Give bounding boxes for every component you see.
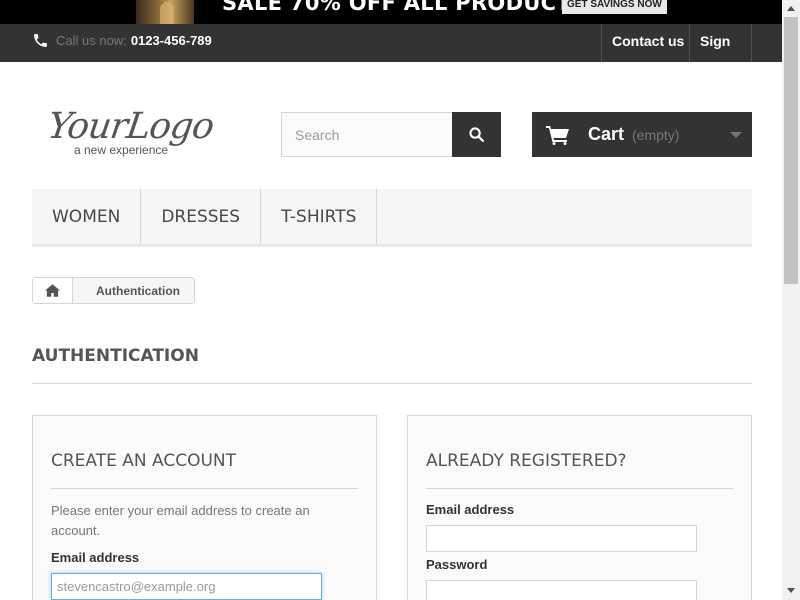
divider — [32, 383, 752, 384]
divider — [51, 488, 358, 489]
page-title: AUTHENTICATION — [32, 346, 199, 366]
vertical-scrollbar[interactable] — [782, 0, 800, 600]
search-input[interactable] — [281, 112, 452, 157]
menu-item-tshirts[interactable]: T-SHIRTS — [261, 189, 378, 244]
banner-text: SALE 70% OFF ALL PRODUCTS — [222, 0, 587, 15]
cart-label: Cart — [588, 124, 625, 144]
divider — [426, 488, 733, 489]
create-account-intro: Please enter your email address to creat… — [51, 503, 310, 538]
breadcrumb-home-link[interactable] — [33, 278, 73, 303]
phone-prefix: Call us now: — [56, 33, 127, 48]
create-email-label: Email address — [51, 550, 140, 565]
create-account-panel: CREATE AN ACCOUNT Please enter your emai… — [32, 415, 377, 600]
scroll-down-arrow-icon[interactable] — [787, 588, 795, 593]
main-menu: WOMEN DRESSES T-SHIRTS — [32, 189, 752, 247]
page: SALE 70% OFF ALL PRODUCTS GET SAVINGS NO… — [0, 0, 800, 600]
create-account-heading: CREATE AN ACCOUNT — [51, 451, 237, 471]
login-panel: ALREADY REGISTERED? Email address Passwo… — [407, 415, 752, 600]
create-email-field[interactable] — [51, 573, 322, 600]
cart-icon — [546, 125, 569, 145]
search-icon — [469, 127, 485, 143]
phone-info: Call us now: 0123-456-789 — [32, 32, 212, 49]
logo-text: YourLogo — [45, 106, 216, 147]
cart-button[interactable]: Cart (empty) — [532, 112, 752, 157]
scrollbar-thumb[interactable] — [784, 17, 798, 284]
phone-icon — [34, 34, 47, 47]
breadcrumb: Authentication — [32, 277, 195, 304]
chevron-down-icon — [730, 132, 742, 138]
login-password-field[interactable] — [426, 580, 697, 600]
menu-item-women[interactable]: WOMEN — [32, 189, 142, 244]
login-password-label: Password — [426, 557, 488, 572]
phone-number: 0123-456-789 — [130, 33, 212, 48]
menu-item-dresses[interactable]: DRESSES — [141, 189, 262, 244]
logo-tagline: a new experience — [74, 143, 169, 157]
contact-us-link[interactable]: Contact us — [601, 24, 694, 62]
breadcrumb-current: Authentication — [96, 283, 180, 298]
site-logo[interactable]: YourLogo a new experience — [45, 106, 228, 162]
scroll-up-arrow-icon[interactable] — [787, 6, 795, 11]
promo-banner[interactable]: SALE 70% OFF ALL PRODUCTS GET SAVINGS NO… — [0, 0, 782, 24]
sign-in-link[interactable]: Sign in — [689, 24, 752, 83]
banner-cta-button[interactable]: GET SAVINGS NOW — [562, 0, 667, 14]
login-email-field[interactable] — [426, 525, 697, 552]
search-button[interactable] — [452, 112, 501, 157]
login-email-label: Email address — [426, 502, 515, 517]
search-form — [281, 112, 501, 157]
home-icon — [45, 284, 60, 297]
banner-image-figure — [160, 2, 174, 24]
login-heading: ALREADY REGISTERED? — [426, 451, 627, 471]
cart-status: (empty) — [632, 126, 680, 143]
top-nav-bar: Call us now: 0123-456-789 Contact us Sig… — [0, 24, 782, 83]
